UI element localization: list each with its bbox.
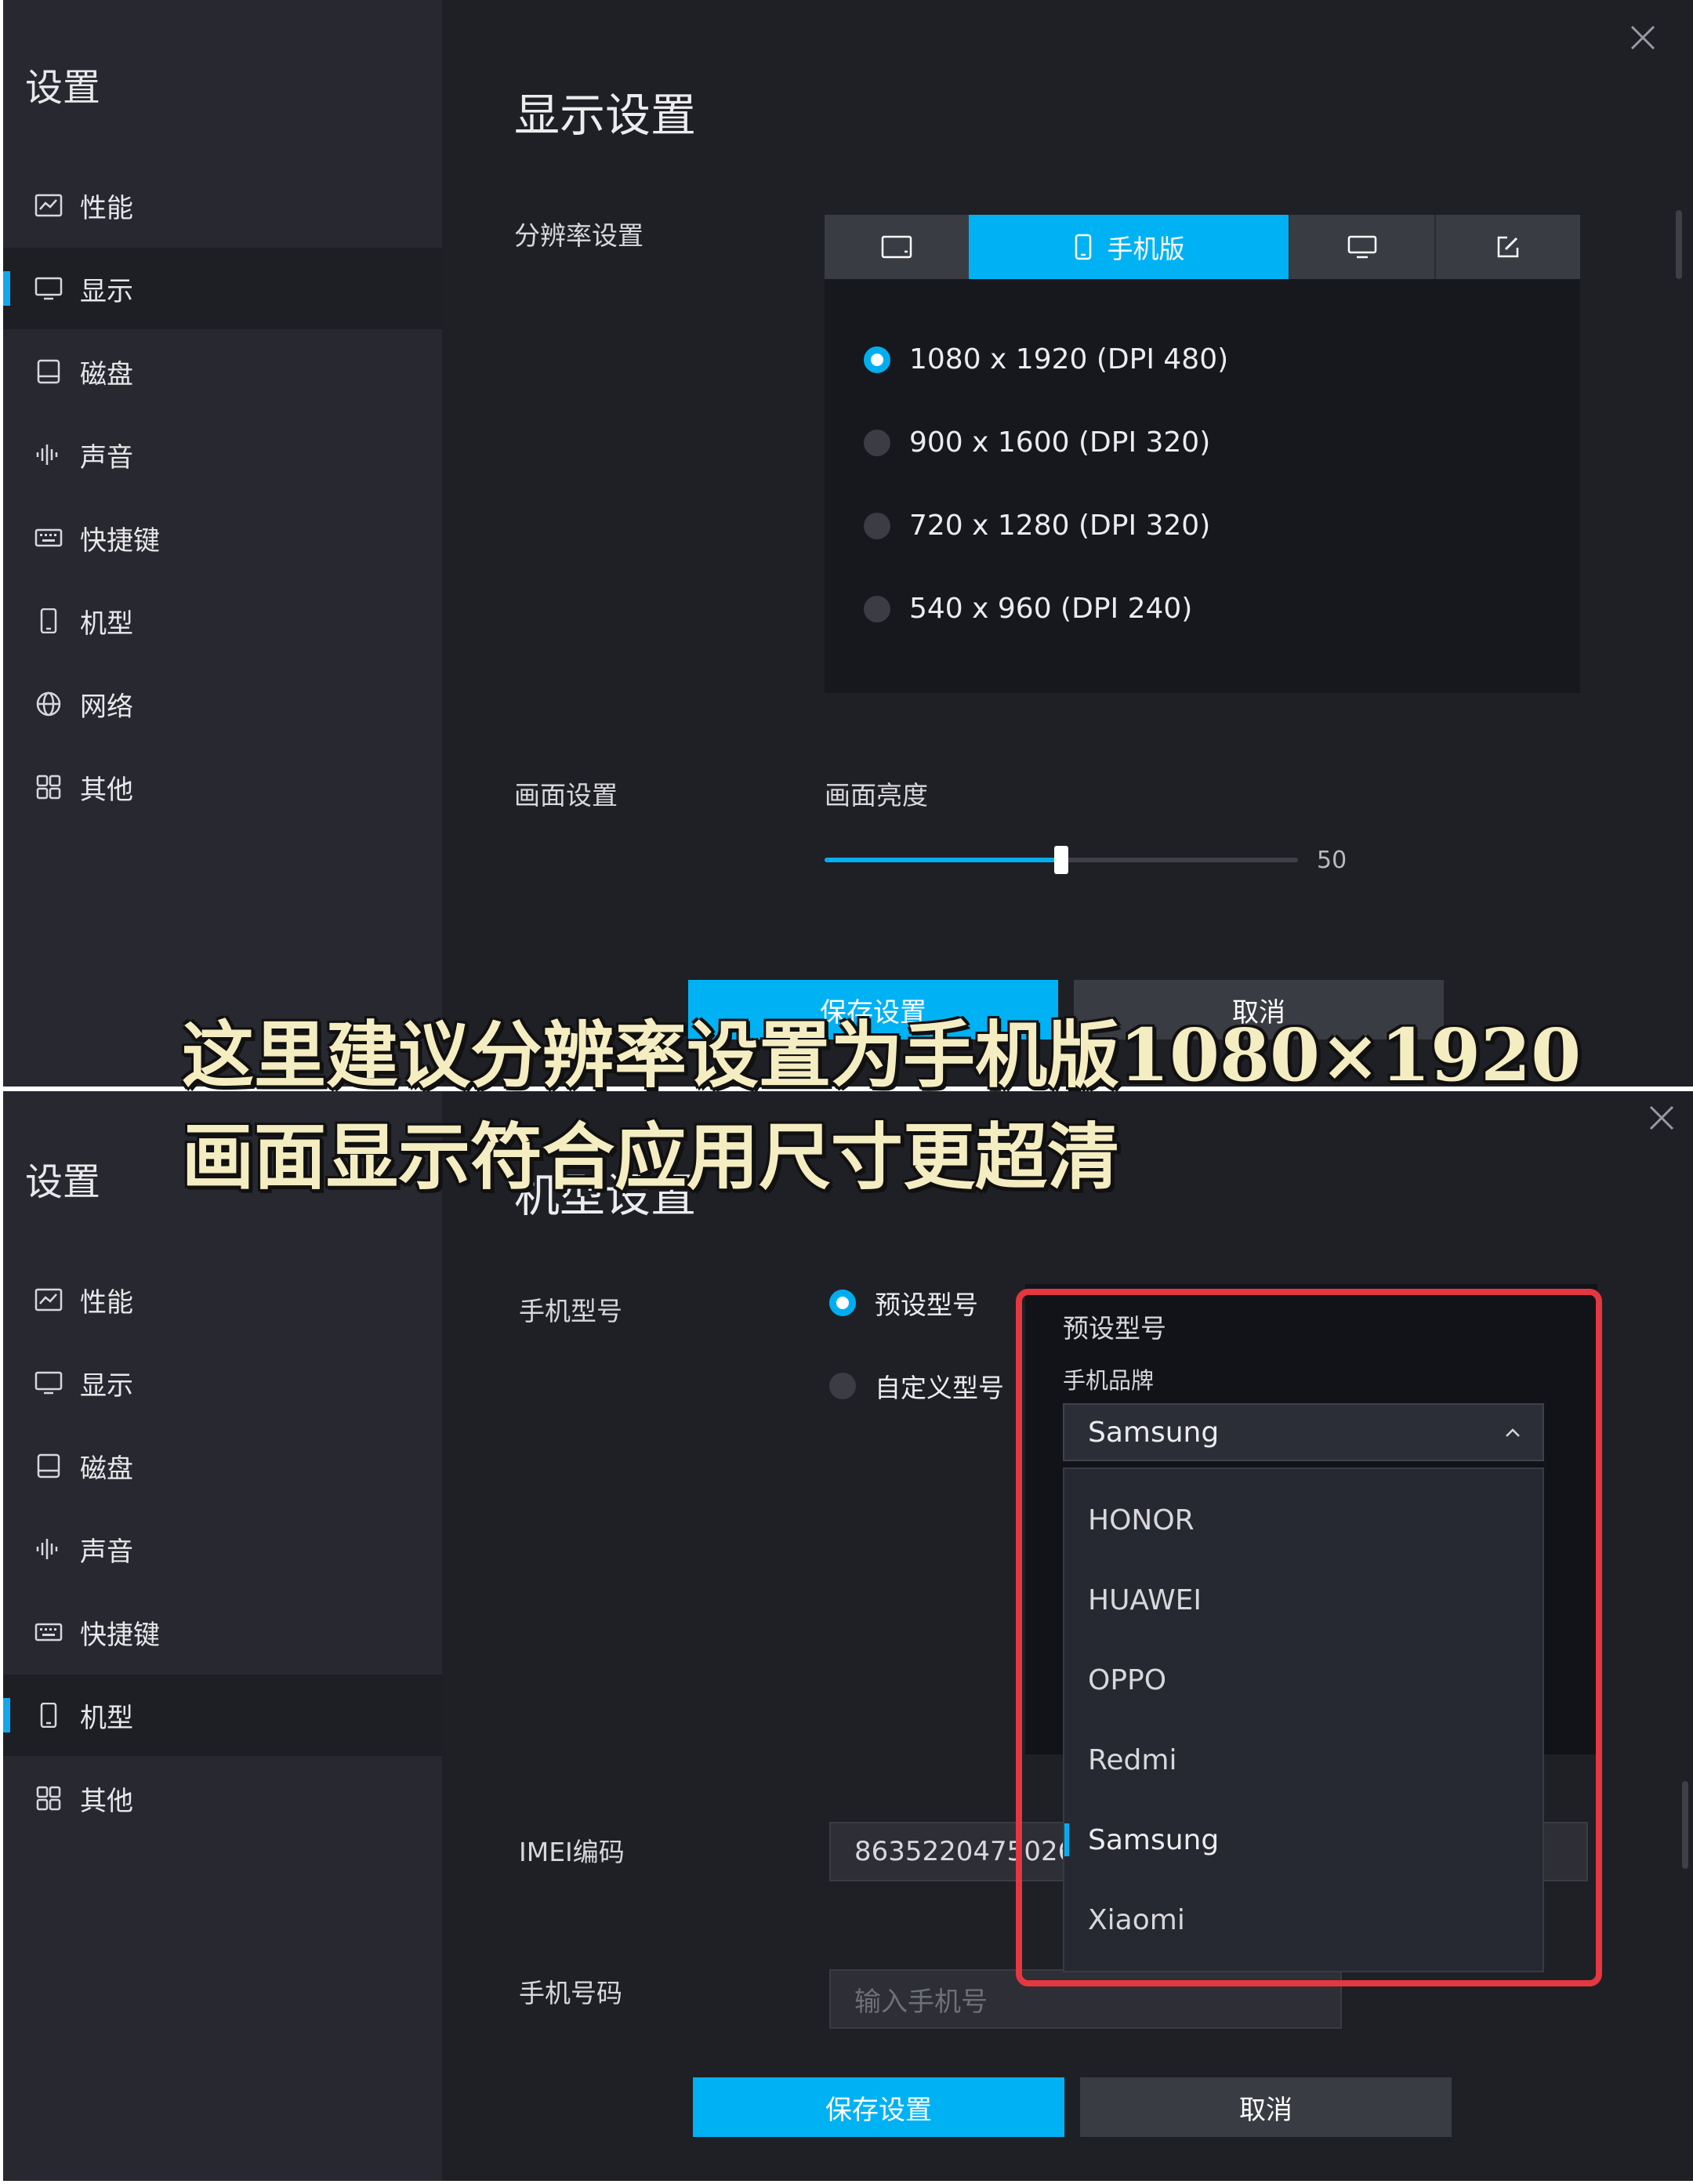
nav-item-sound[interactable]: 声音 (3, 1508, 442, 1590)
resolution-option-900[interactable]: 900 x 1600 (DPI 320) (864, 426, 1210, 459)
scrollbar[interactable] (1676, 210, 1682, 279)
brightness-value: 50 (1317, 847, 1347, 874)
grid-icon (36, 1786, 61, 1811)
nav-item-sound[interactable]: 声音 (3, 414, 442, 495)
nav-label-model: 机型 (80, 608, 133, 640)
nav-item-performance[interactable]: 性能 (3, 165, 442, 246)
nav-item-performance[interactable]: 性能 (3, 1259, 442, 1341)
performance-icon (34, 1288, 63, 1311)
custom-model-option[interactable]: 自定义型号 (829, 1367, 1004, 1405)
nav-label-model: 机型 (80, 1702, 133, 1734)
phone-icon (40, 608, 57, 633)
radio-unchecked[interactable] (864, 512, 890, 539)
brightness-label: 画面亮度 (825, 780, 928, 811)
edit-icon (1497, 236, 1519, 258)
nav-label-performance: 性能 (80, 192, 133, 224)
nav-label-shortcuts: 快捷键 (80, 1619, 160, 1651)
sidebar-title: 设置 (25, 66, 101, 110)
performance-icon (34, 194, 63, 217)
nav-item-disk[interactable]: 磁盘 (3, 331, 442, 412)
nav-label-shortcuts: 快捷键 (80, 524, 160, 557)
monitor-icon (34, 277, 63, 300)
disk-icon (37, 359, 60, 384)
globe-icon (36, 691, 61, 717)
page-title: 显示设置 (514, 89, 697, 142)
caption-line-2: 画面显示符合应用尺寸更超清 (182, 1115, 1120, 1199)
disk-icon (37, 1453, 60, 1478)
cancel-button[interactable]: 取消 (1080, 2077, 1452, 2137)
radio-checked[interactable] (864, 346, 890, 373)
nav-item-model[interactable]: 机型 (3, 580, 442, 662)
nav-item-other[interactable]: 其他 (3, 1758, 442, 1839)
resolution-label-540: 540 x 960 (DPI 240) (909, 593, 1193, 625)
brightness-slider-thumb[interactable] (1054, 846, 1068, 874)
tab-phone[interactable]: 手机版 (969, 215, 1289, 279)
nav-label-other: 其他 (80, 774, 133, 806)
nav-label-disk: 磁盘 (80, 1453, 133, 1485)
scrollbar[interactable] (1682, 1781, 1688, 1869)
tab-desktop[interactable] (1290, 215, 1434, 279)
keyboard-icon (34, 1623, 63, 1642)
resolution-label-1080: 1080 x 1920 (DPI 480) (909, 343, 1229, 375)
nav-label-display: 显示 (80, 275, 133, 307)
imei-label: IMEI编码 (519, 1837, 625, 1867)
tab-tablet[interactable] (825, 215, 969, 279)
sidebar-title: 设置 (25, 1160, 101, 1204)
nav-item-shortcuts[interactable]: 快捷键 (3, 497, 442, 579)
preset-model-option[interactable]: 预设型号 (829, 1284, 978, 1322)
nav-item-display[interactable]: 显示 (3, 248, 442, 329)
resolution-tabbar: 手机版 (825, 215, 1580, 279)
nav-item-disk[interactable]: 磁盘 (3, 1425, 442, 1507)
monitor-icon (34, 1371, 63, 1395)
display-settings-window: 设置 性能 显示 磁盘 声音 快捷键 机型 网络 其他 显示设置 分辨率设置 手… (3, 0, 1693, 1087)
resolution-option-540[interactable]: 540 x 960 (DPI 240) (864, 593, 1192, 625)
resolution-label-720: 720 x 1280 (DPI 320) (909, 510, 1211, 542)
sidebar: 设置 性能 显示 磁盘 声音 快捷键 机型 其他 (3, 1091, 442, 2181)
tab-custom[interactable] (1436, 215, 1580, 279)
phone-model-label: 手机型号 (519, 1296, 622, 1326)
nav-label-display: 显示 (80, 1370, 133, 1402)
radio-unchecked[interactable] (829, 1373, 856, 1399)
caption-line-1: 这里建议分辨率设置为手机版1080×1920 (182, 1013, 1582, 1097)
radio-unchecked[interactable] (864, 429, 890, 456)
radio-checked[interactable] (829, 1290, 856, 1316)
resolution-label-900: 900 x 1600 (DPI 320) (909, 426, 1211, 459)
sound-icon (36, 1539, 58, 1559)
tablet-icon (881, 235, 912, 259)
nav-item-other[interactable]: 其他 (3, 746, 442, 828)
grid-icon (36, 775, 61, 800)
resolution-label: 分辨率设置 (514, 220, 643, 251)
brightness-slider-fill (825, 858, 1061, 862)
phone-icon (40, 1703, 57, 1728)
highlight-annotation-box (1016, 1289, 1602, 1986)
sidebar: 设置 性能 显示 磁盘 声音 快捷键 机型 网络 其他 (3, 0, 442, 1087)
radio-unchecked[interactable] (864, 595, 890, 622)
nav-label-sound: 声音 (80, 1536, 133, 1568)
nav-item-shortcuts[interactable]: 快捷键 (3, 1591, 442, 1673)
brightness-slider[interactable] (825, 846, 1298, 874)
resolution-options: 1080 x 1920 (DPI 480) 900 x 1600 (DPI 32… (825, 279, 1580, 693)
screen-settings-label: 画面设置 (514, 780, 618, 811)
keyboard-icon (34, 528, 63, 547)
tab-phone-label: 手机版 (1107, 234, 1185, 264)
nav-label-sound: 声音 (80, 441, 133, 473)
nav-item-model[interactable]: 机型 (3, 1674, 442, 1756)
close-icon[interactable] (1627, 22, 1659, 53)
save-button[interactable]: 保存设置 (693, 2077, 1064, 2137)
nav-item-network[interactable]: 网络 (3, 663, 442, 745)
phone-icon (1075, 234, 1091, 260)
phone-number-label: 手机号码 (519, 1978, 622, 2008)
resolution-option-720[interactable]: 720 x 1280 (DPI 320) (864, 510, 1210, 542)
resolution-option-1080[interactable]: 1080 x 1920 (DPI 480) (864, 343, 1228, 375)
custom-model-label: 自定义型号 (875, 1373, 1004, 1403)
nav-label-other: 其他 (80, 1785, 133, 1817)
nav-item-display[interactable]: 显示 (3, 1342, 442, 1424)
nav-label-network: 网络 (80, 691, 133, 723)
preset-model-label: 预设型号 (875, 1290, 978, 1320)
monitor-icon (1347, 235, 1377, 259)
nav-label-disk: 磁盘 (80, 358, 133, 390)
sound-icon (36, 444, 58, 465)
nav-label-performance: 性能 (80, 1286, 133, 1319)
close-icon[interactable] (1646, 1102, 1677, 1134)
